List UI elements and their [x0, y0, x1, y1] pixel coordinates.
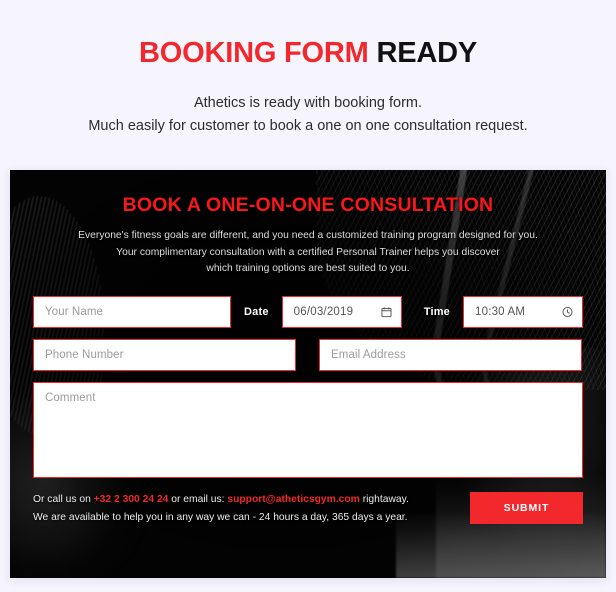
contact-phone-link[interactable]: +32 2 300 24 24 [94, 494, 169, 505]
phone-input-placeholder: Phone Number [45, 349, 124, 362]
page-title: BOOKING FORM READY [0, 36, 616, 71]
form-row-1: Your Name Date 06/03/2019 Time 10:30 AM [33, 296, 583, 329]
clock-icon[interactable] [562, 307, 573, 318]
panel-title: BOOK A ONE-ON-ONE CONSULTATION [122, 194, 494, 216]
contact-middle: or email us: [168, 494, 228, 506]
page-title-rest: READY [376, 37, 477, 69]
page-subtitle-line-1: Athetics is ready with booking form. [193, 94, 423, 111]
date-input-value: 06/03/2019 [293, 306, 354, 319]
name-input-placeholder: Your Name [45, 306, 104, 319]
date-input[interactable]: 06/03/2019 [281, 296, 402, 329]
booking-form-panel: BOOK A ONE-ON-ONE CONSULTATION Everyone'… [10, 170, 606, 578]
calendar-icon[interactable] [381, 307, 392, 318]
contact-info-line-1: Or call us on +32 2 300 24 24 or email u… [33, 491, 409, 509]
date-label: Date [244, 306, 269, 319]
panel-description-line-1: Everyone's fitness goals are different, … [78, 230, 538, 241]
contact-info-line-2: We are available to help you in any way … [33, 511, 408, 523]
contact-info: Or call us on +32 2 300 24 24 or email u… [33, 491, 409, 526]
submit-button[interactable]: SUBMIT [470, 492, 583, 525]
page-subtitle: Athetics is ready with booking form. Muc… [0, 92, 616, 139]
email-input[interactable]: Email Address [319, 339, 582, 372]
time-input-value: 10:30 AM [475, 306, 526, 319]
page-heading-block: BOOKING FORM READY Athetics is ready wit… [0, 0, 616, 139]
contact-suffix: rightaway. [359, 494, 409, 506]
name-input[interactable]: Your Name [33, 296, 231, 329]
booking-form: Your Name Date 06/03/2019 Time 10:30 AM … [33, 296, 583, 479]
panel-description-line-2: Your complimentary consultation with a c… [116, 246, 500, 258]
time-label: Time [423, 306, 450, 319]
comment-textarea[interactable]: Comment [33, 382, 583, 479]
contact-email-link[interactable]: support@atheticsgym.com [227, 494, 359, 505]
time-input[interactable]: 10:30 AM [463, 296, 583, 329]
form-row-3: Comment [33, 382, 583, 479]
page-subtitle-line-2: Much easily for customer to book a one o… [88, 118, 528, 135]
phone-input[interactable]: Phone Number [33, 339, 296, 372]
form-row-2: Phone Number Email Address [33, 339, 583, 372]
page-title-accent: BOOKING FORM [139, 37, 369, 69]
comment-placeholder: Comment [45, 392, 96, 405]
panel-footer: Or call us on +32 2 300 24 24 or email u… [33, 491, 583, 526]
panel-description-line-3: which training options are best suited t… [206, 263, 410, 275]
contact-prefix: Or call us on [33, 494, 94, 506]
email-input-placeholder: Email Address [331, 349, 406, 362]
panel-description: Everyone's fitness goals are different, … [33, 228, 583, 278]
